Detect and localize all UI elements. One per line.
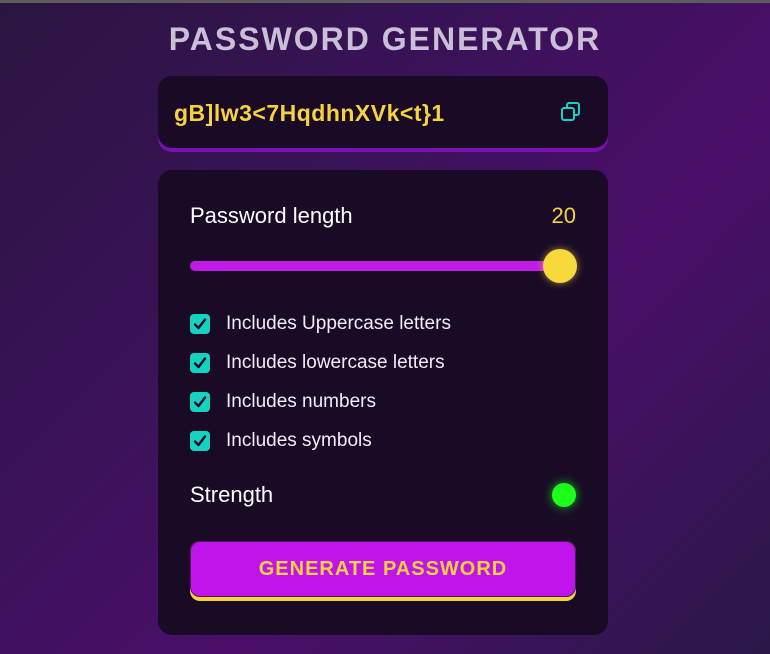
generate-password-button[interactable]: GENERATE PASSWORD (190, 541, 576, 601)
password-display: gB]lw3<7HqdhnXVk<t}1 (158, 76, 608, 148)
copy-icon (561, 102, 580, 121)
slider-fill (190, 261, 560, 271)
check-icon (193, 318, 207, 330)
lowercase-label: Includes lowercase letters (226, 352, 445, 373)
strength-label: Strength (190, 482, 274, 507)
option-uppercase[interactable]: Includes Uppercase letters (190, 312, 451, 336)
length-label: Password length (190, 203, 353, 228)
password-output: gB]lw3<7HqdhnXVk<t}1 (174, 100, 445, 126)
uppercase-checkbox[interactable] (190, 314, 210, 334)
check-icon (193, 396, 207, 408)
strength-indicator (552, 483, 576, 507)
settings-panel: Password length 20 Includes Uppercase le… (158, 170, 608, 635)
symbols-checkbox[interactable] (190, 431, 210, 451)
symbols-label: Includes symbols (226, 430, 372, 451)
length-value: 20 (551, 203, 576, 228)
numbers-label: Includes numbers (226, 391, 376, 412)
uppercase-label: Includes Uppercase letters (226, 313, 451, 334)
option-lowercase[interactable]: Includes lowercase letters (190, 351, 445, 375)
numbers-checkbox[interactable] (190, 392, 210, 412)
window-top-border (0, 0, 770, 3)
option-symbols[interactable]: Includes symbols (190, 429, 372, 453)
generate-button-label: GENERATE PASSWORD (190, 541, 576, 597)
check-icon (193, 435, 207, 447)
copy-button[interactable] (556, 96, 588, 128)
length-slider[interactable] (190, 261, 560, 271)
slider-thumb[interactable] (543, 249, 577, 283)
option-numbers[interactable]: Includes numbers (190, 390, 376, 414)
lowercase-checkbox[interactable] (190, 353, 210, 373)
page-title: PASSWORD GENERATOR (168, 21, 602, 57)
check-icon (193, 357, 207, 369)
